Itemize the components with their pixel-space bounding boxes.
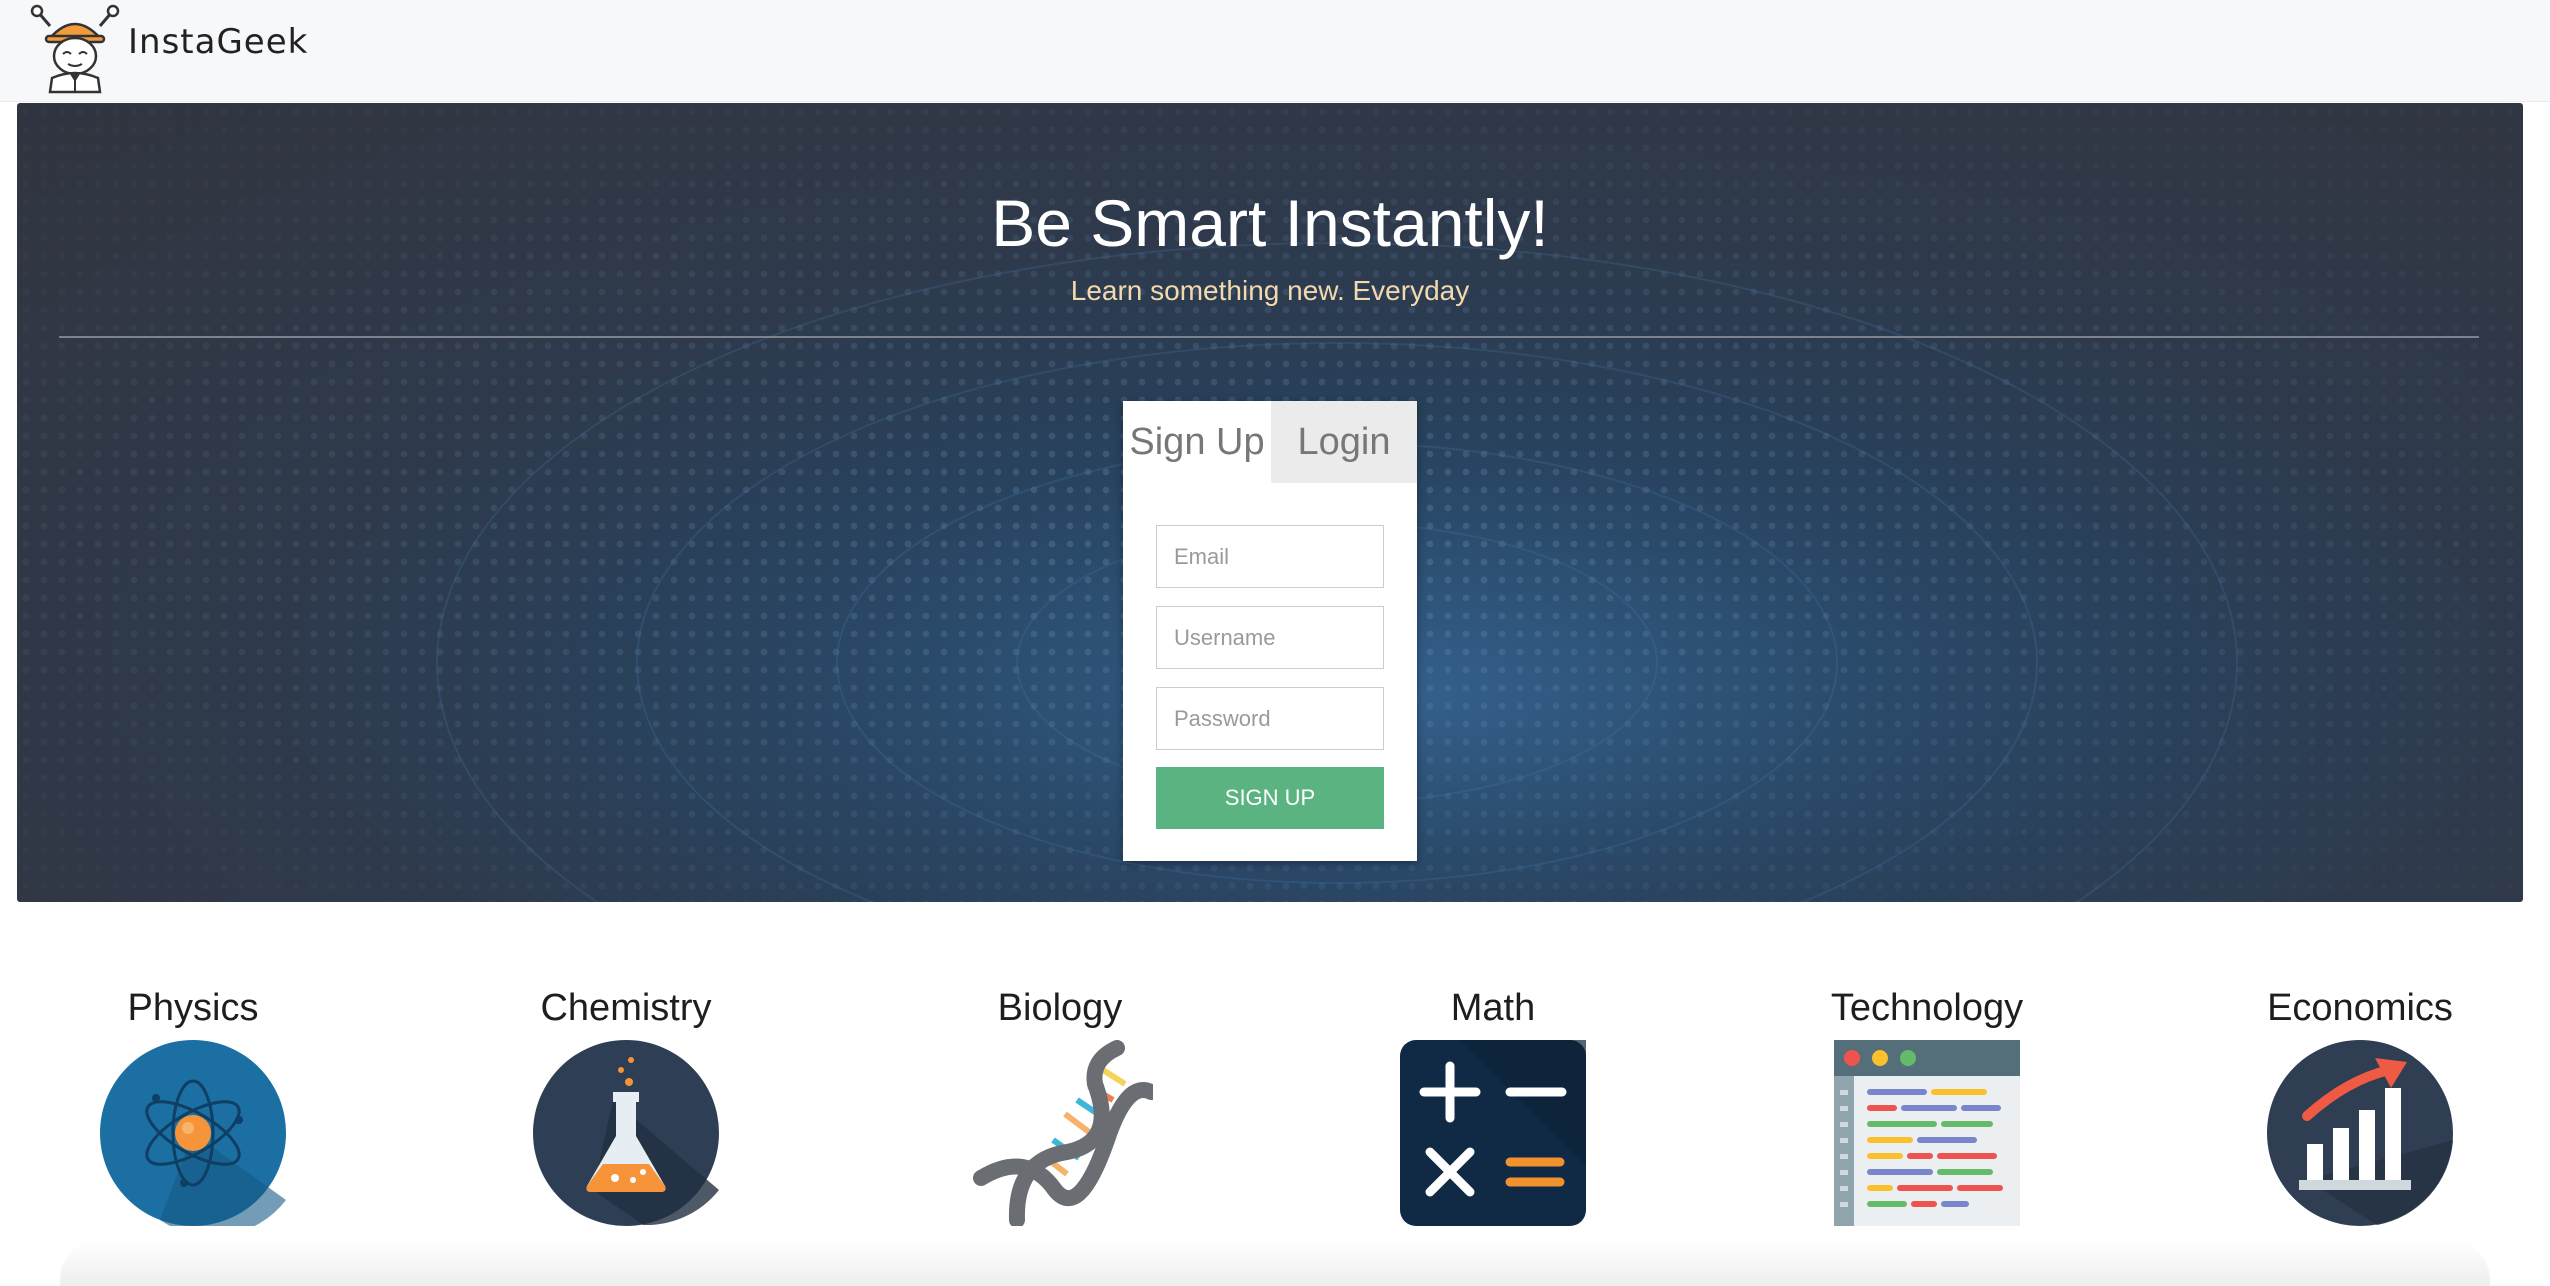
signup-button[interactable]: SIGN UP	[1156, 767, 1384, 829]
code-window-icon[interactable]	[1834, 1040, 2020, 1226]
username-field[interactable]	[1156, 606, 1384, 669]
tab-login[interactable]: Login	[1271, 401, 1417, 483]
math-operators-icon[interactable]	[1400, 1040, 1586, 1226]
hero-title: Be Smart Instantly!	[991, 186, 1549, 260]
subject-label: Math	[1450, 987, 1536, 1029]
subject-economics[interactable]: Economics	[2230, 983, 2490, 1233]
top-navbar: InstaGeek	[0, 0, 2550, 102]
hero-subtitle: Learn something new. Everyday	[1070, 275, 1470, 306]
password-field[interactable]	[1156, 687, 1384, 750]
subject-chemistry[interactable]: Chemistry	[496, 983, 756, 1233]
hero-divider	[59, 336, 2479, 338]
brand-name[interactable]: InstaGeek	[128, 22, 308, 62]
subject-math[interactable]: Math	[1363, 983, 1623, 1233]
dna-icon[interactable]	[967, 1040, 1153, 1226]
tab-signup[interactable]: Sign Up	[1123, 401, 1271, 483]
subject-biology[interactable]: Biology	[930, 983, 1190, 1233]
footer-shadow	[60, 1240, 2490, 1286]
subject-physics[interactable]: Physics	[63, 983, 323, 1233]
subject-label: Economics	[2267, 987, 2453, 1029]
subject-label: Technology	[1830, 987, 2024, 1029]
geek-mascot-icon[interactable]	[30, 4, 120, 94]
subject-technology[interactable]: Technology	[1797, 983, 2057, 1233]
subject-label: Chemistry	[540, 987, 712, 1029]
atom-icon[interactable]	[100, 1040, 286, 1226]
email-field[interactable]	[1156, 525, 1384, 588]
subject-label: Biology	[997, 987, 1123, 1029]
growth-chart-icon[interactable]	[2267, 1040, 2453, 1226]
flask-icon[interactable]	[533, 1040, 719, 1226]
subject-label: Physics	[127, 987, 259, 1029]
auth-card: Sign Up Login SIGN UP	[1123, 401, 1417, 861]
